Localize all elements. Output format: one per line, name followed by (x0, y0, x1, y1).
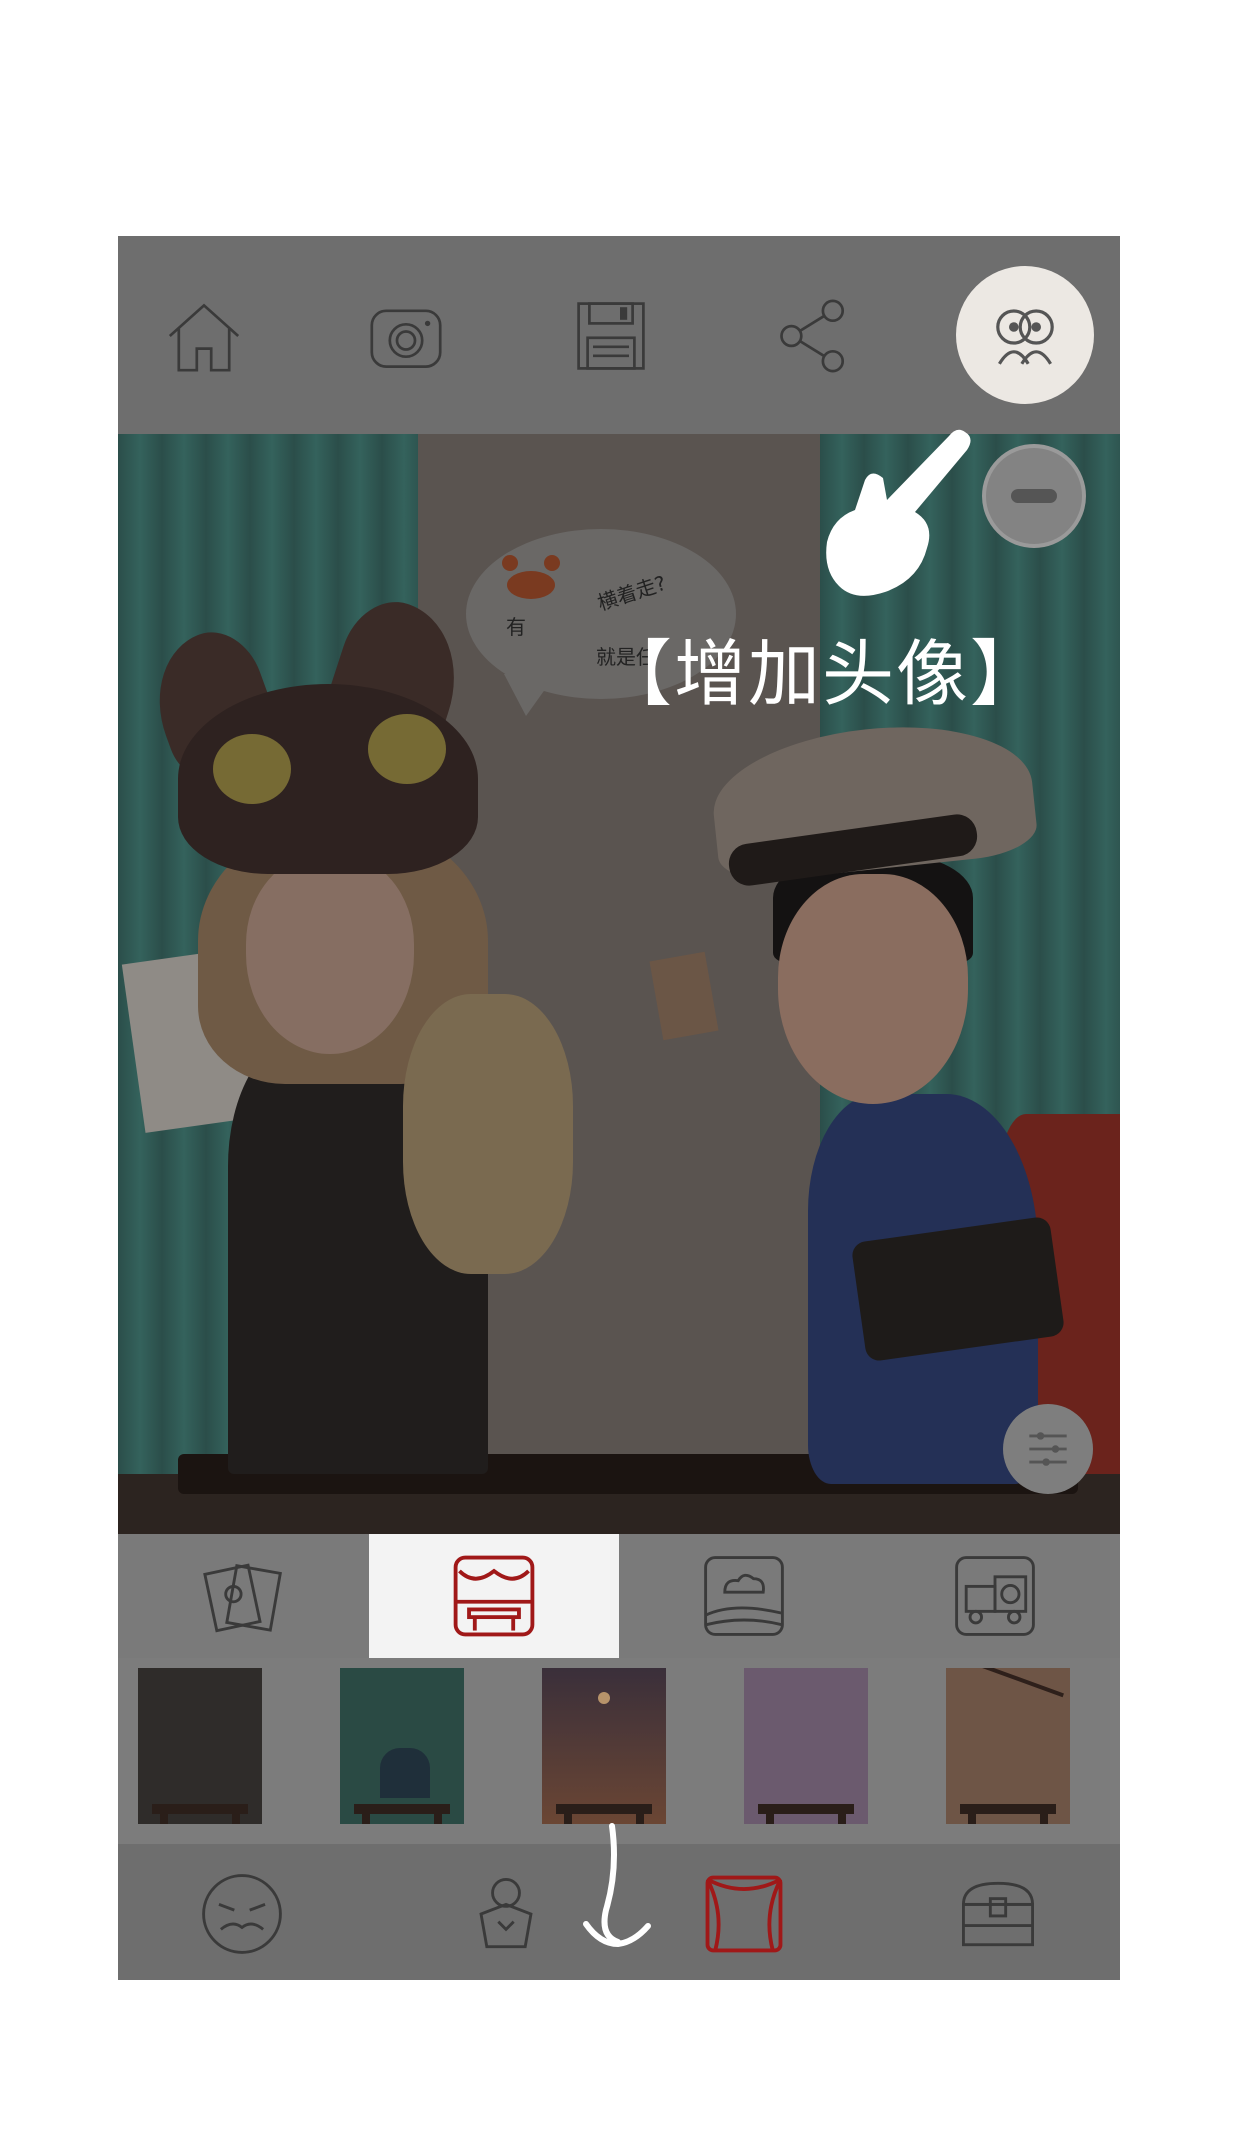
tab-stage[interactable] (368, 1534, 619, 1658)
landscape-icon (704, 1556, 785, 1636)
share-icon (780, 299, 845, 373)
treasure-chest-icon (961, 1881, 1035, 1947)
adjust-button[interactable] (1003, 1404, 1093, 1494)
cat-eye-right (368, 714, 446, 784)
tab-cards[interactable] (118, 1534, 369, 1658)
background-thumbnails (118, 1658, 1120, 1844)
thumb-dusk-table[interactable] (542, 1668, 666, 1824)
tab-camera-truck[interactable] (870, 1534, 1121, 1658)
add-face-icon (996, 309, 1054, 365)
save-button[interactable] (561, 286, 661, 386)
camera-icon (370, 309, 442, 368)
stage-table-icon (453, 1555, 535, 1637)
thumb-dark-table[interactable] (138, 1668, 262, 1824)
thumb-blossom-table[interactable] (946, 1668, 1070, 1824)
thumb-purple-table[interactable] (744, 1668, 868, 1824)
curtain-icon (705, 1875, 783, 1953)
nav-backgrounds[interactable] (694, 1864, 794, 1964)
crab-icon (502, 555, 560, 599)
nav-props[interactable] (948, 1864, 1048, 1964)
remove-face-button[interactable] (982, 444, 1086, 548)
save-icon (577, 302, 645, 370)
doll-prop (403, 994, 573, 1274)
nav-costumes[interactable] (456, 1864, 556, 1964)
share-button[interactable] (763, 286, 863, 386)
bubble-text-2: 有 (506, 615, 526, 639)
cards-icon (203, 1563, 283, 1633)
cat-eye-left (213, 734, 291, 804)
pointing-hand-icon (826, 429, 971, 596)
tab-landscape[interactable] (619, 1534, 870, 1658)
left-face[interactable] (246, 854, 414, 1054)
home-button[interactable] (154, 286, 254, 386)
costume-icon (479, 1878, 533, 1949)
add-face-hint: 【增加头像】 (600, 632, 1045, 716)
add-face-button[interactable] (956, 266, 1094, 404)
home-icon (168, 303, 240, 372)
right-face[interactable] (778, 874, 968, 1104)
top-toolbar (118, 236, 1120, 434)
camera-truck-icon (954, 1556, 1035, 1636)
camera-button[interactable] (356, 286, 456, 386)
minus-icon (1011, 489, 1057, 503)
arrow-down-icon (583, 1823, 651, 1948)
bubble-text-1: 横着走? (594, 570, 670, 616)
speech-bubble-tail (504, 674, 556, 716)
nav-faces[interactable] (192, 1864, 292, 1964)
thumb-teal-rock[interactable] (340, 1668, 464, 1824)
category-tabs (118, 1534, 1120, 1658)
mustache-face-icon (202, 1874, 282, 1954)
sliders-icon (1029, 1432, 1067, 1466)
